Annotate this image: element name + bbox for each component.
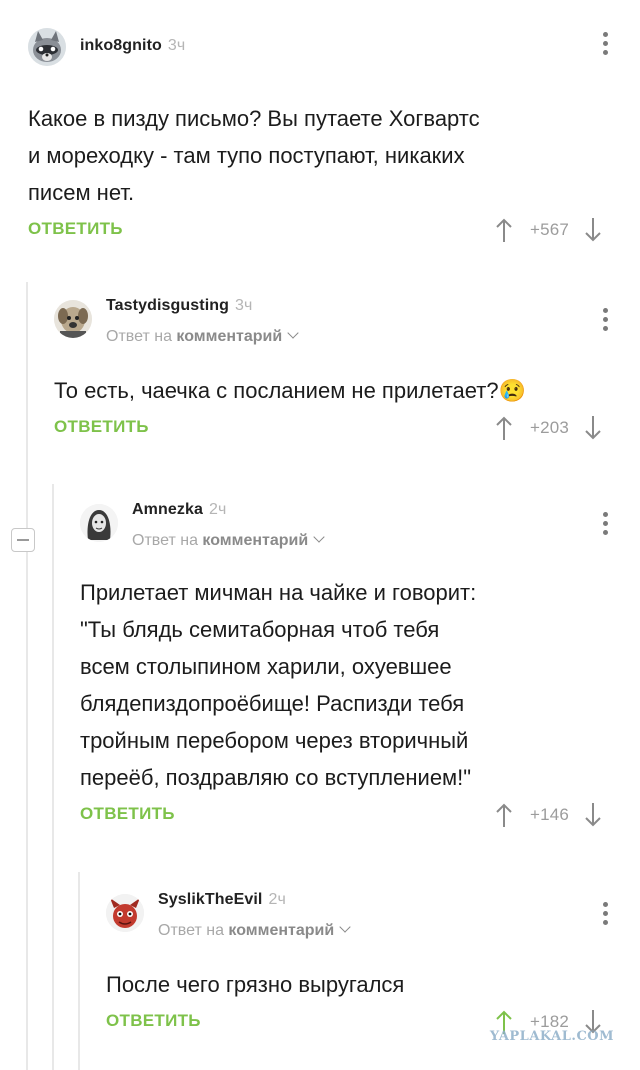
thread-line-level-2 bbox=[52, 484, 54, 1070]
chevron-down-icon[interactable] bbox=[287, 327, 299, 339]
comment: Tastydisgusting 3ч Ответ на комментарий Т… bbox=[54, 297, 640, 447]
reply-button[interactable]: ОТВЕТИТЬ bbox=[28, 219, 123, 239]
comment-footer: ОТВЕТИТЬ +567 bbox=[28, 217, 640, 249]
reply-to-prefix: Ответ на bbox=[158, 922, 224, 939]
username[interactable]: Tastydisgusting 3ч bbox=[106, 297, 252, 315]
vote-score: +567 bbox=[530, 220, 570, 239]
comment-text-line: блядепиздопроёбище! Распизди тебя bbox=[80, 691, 465, 716]
username-text[interactable]: Amnezka bbox=[132, 501, 203, 518]
reply-to-link[interactable]: Ответ на комментарий bbox=[158, 921, 351, 940]
comment-body: То есть, чаечка с посланием не прилетает… bbox=[54, 372, 640, 409]
comment-text-line: Прилетает мичман на чайке и говорит: bbox=[80, 580, 477, 605]
username-text[interactable]: Tastydisgusting bbox=[106, 297, 229, 314]
chevron-down-icon[interactable] bbox=[339, 921, 351, 933]
comment-time: 3ч bbox=[167, 37, 186, 54]
upvote-arrow-icon[interactable] bbox=[494, 415, 514, 441]
more-menu-icon[interactable] bbox=[601, 902, 609, 930]
comment-footer: ОТВЕТИТЬ +203 bbox=[54, 415, 640, 447]
more-menu-icon[interactable] bbox=[601, 308, 609, 336]
comment-text-line: После чего грязно выругался bbox=[106, 972, 405, 997]
comment-footer: ОТВЕТИТЬ +146 bbox=[80, 802, 640, 834]
reply-to-target[interactable]: комментарий bbox=[176, 328, 282, 345]
collapse-thread-button[interactable] bbox=[11, 528, 35, 552]
vote-score: +146 bbox=[530, 805, 570, 824]
username[interactable]: SyslikTheEvil 2ч bbox=[158, 891, 286, 909]
username[interactable]: Amnezka 2ч bbox=[132, 501, 226, 519]
comment-header: SyslikTheEvil 2ч Ответ на комментарий bbox=[106, 891, 640, 939]
downvote-arrow-icon[interactable] bbox=[583, 217, 603, 243]
more-menu-icon[interactable] bbox=[601, 512, 609, 540]
raccoon-avatar[interactable] bbox=[28, 28, 66, 66]
reply-to-target[interactable]: комментарий bbox=[202, 532, 308, 549]
upvote-arrow-icon[interactable] bbox=[494, 802, 514, 828]
comment-text-line: То есть, чаечка с посланием не прилетает… bbox=[54, 372, 640, 409]
dog-avatar[interactable] bbox=[54, 300, 92, 338]
comment: inko8gnito 3ч Какое в пизду письмо? Вы пу… bbox=[28, 28, 640, 249]
comment-header: Tastydisgusting 3ч Ответ на комментарий bbox=[54, 297, 640, 345]
thread-line-level-1 bbox=[26, 282, 28, 1070]
reply-to-prefix: Ответ на bbox=[106, 328, 172, 345]
comment-body: После чего грязно выругался bbox=[106, 966, 640, 1003]
comment-time: 2ч bbox=[268, 891, 286, 908]
reply-to-target[interactable]: комментарий bbox=[228, 922, 334, 939]
vote-controls: +203 bbox=[494, 415, 603, 441]
comment-text-line: всем столыпином харили, охуевшее bbox=[80, 654, 452, 679]
reply-button[interactable]: ОТВЕТИТЬ bbox=[54, 417, 149, 437]
comment-text: То есть, чаечка с посланием не прилетает… bbox=[54, 378, 499, 403]
comment-body: Какое в пизду письмо? Вы путаете Хогварт… bbox=[28, 100, 640, 211]
thread-line-level-3 bbox=[78, 872, 80, 1070]
reply-to-prefix: Ответ на bbox=[132, 532, 198, 549]
red-creature-avatar[interactable] bbox=[106, 894, 144, 932]
comment-time: 2ч bbox=[208, 501, 227, 518]
comment-text-line: Какое в пизду письмо? Вы путаете Хогварт… bbox=[28, 106, 480, 131]
comment: Amnezka 2ч Ответ на комментарий Прилетает… bbox=[80, 501, 640, 834]
reply-to-link[interactable]: Ответ на комментарий bbox=[106, 327, 299, 346]
comment-body: Прилетает мичман на чайке и говорит: "Ты… bbox=[80, 574, 640, 796]
comment-time: 3ч bbox=[235, 297, 253, 314]
reply-button[interactable]: ОТВЕТИТЬ bbox=[80, 804, 175, 824]
vote-controls: +567 bbox=[494, 217, 603, 243]
upvote-arrow-icon[interactable] bbox=[494, 217, 514, 243]
comment: SyslikTheEvil 2ч Ответ на комментарий Пос… bbox=[106, 891, 640, 1041]
sketch-portrait-avatar[interactable] bbox=[80, 504, 118, 542]
comment-text-line: писем нет. bbox=[28, 180, 135, 205]
chevron-down-icon[interactable] bbox=[313, 531, 325, 543]
reply-to-link[interactable]: Ответ на комментарий bbox=[132, 531, 325, 550]
downvote-arrow-icon[interactable] bbox=[583, 802, 603, 828]
downvote-arrow-icon[interactable] bbox=[583, 415, 603, 441]
crying-emoji: 😢 bbox=[498, 378, 526, 403]
more-menu-icon[interactable] bbox=[601, 32, 609, 60]
vote-controls: +146 bbox=[494, 802, 603, 828]
comment-text-line: и мореходку - там тупо поступают, никаки… bbox=[28, 143, 465, 168]
comment-text-line: переёб, поздравляю со вступлением!" bbox=[80, 765, 472, 790]
username-text[interactable]: inko8gnito bbox=[80, 37, 162, 54]
comment-header: inko8gnito 3ч bbox=[28, 28, 640, 68]
comment-text-line: "Ты блядь семитаборная чтоб тебя bbox=[80, 617, 440, 642]
comment-text-line: тройным перебором через вторичный bbox=[80, 728, 469, 753]
site-watermark: YAPLAKAL.COM bbox=[489, 1029, 614, 1044]
comment-header: Amnezka 2ч Ответ на комментарий bbox=[80, 501, 640, 549]
vote-score: +203 bbox=[530, 418, 570, 437]
reply-button[interactable]: ОТВЕТИТЬ bbox=[106, 1011, 201, 1031]
username[interactable]: inko8gnito 3ч bbox=[80, 37, 185, 55]
username-text[interactable]: SyslikTheEvil bbox=[158, 891, 262, 908]
